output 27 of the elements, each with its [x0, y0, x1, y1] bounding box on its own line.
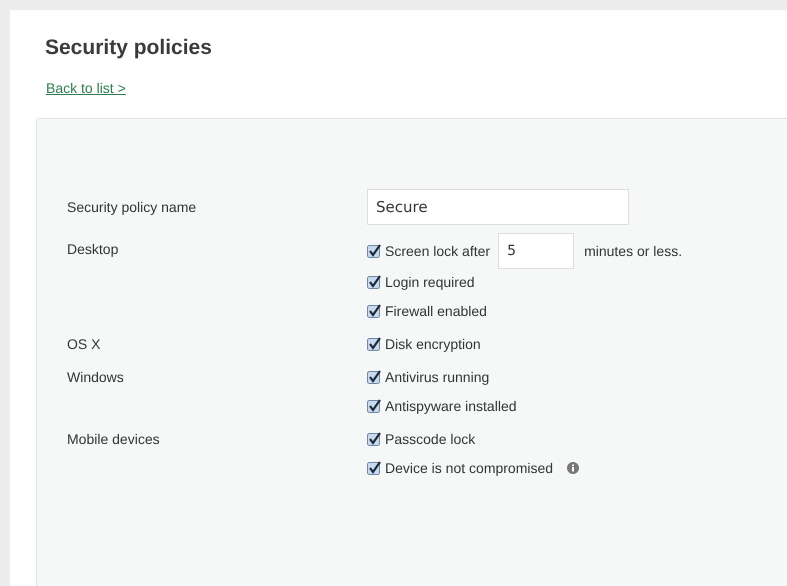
checkbox[interactable]: [367, 370, 381, 384]
policy-name-field[interactable]: Secure: [367, 189, 629, 225]
option-label: Disk encryption: [385, 336, 481, 352]
section-label: Windows: [67, 369, 125, 387]
checkbox[interactable]: [367, 304, 381, 318]
checkbox[interactable]: [367, 244, 381, 258]
option-label: Login required: [385, 274, 475, 290]
info-icon[interactable]: [567, 462, 580, 474]
section-label: Mobile devices: [67, 431, 161, 449]
section-label: OS X: [67, 336, 102, 352]
checkbox[interactable]: [367, 399, 381, 413]
option-label: Antivirus running: [385, 369, 490, 385]
page-title: Security policies: [45, 36, 213, 60]
back-link[interactable]: Back to list >: [46, 80, 126, 96]
checkbox[interactable]: [367, 337, 381, 351]
option-suffix: minutes or less.: [584, 243, 682, 259]
option-label: Device is not compromised: [385, 460, 554, 476]
option-label: Antispyware installed: [385, 398, 517, 414]
option-label: Passcode lock: [385, 431, 476, 447]
option-label: Firewall enabled: [385, 303, 487, 319]
checkbox[interactable]: [367, 432, 381, 446]
checkbox[interactable]: [367, 461, 381, 475]
section-label: Desktop: [67, 241, 120, 259]
field-label: Security policy name: [67, 199, 198, 215]
checkbox[interactable]: [367, 275, 381, 289]
option-label: Screen lock after: [385, 243, 490, 259]
minutes-field[interactable]: 5: [498, 233, 574, 269]
